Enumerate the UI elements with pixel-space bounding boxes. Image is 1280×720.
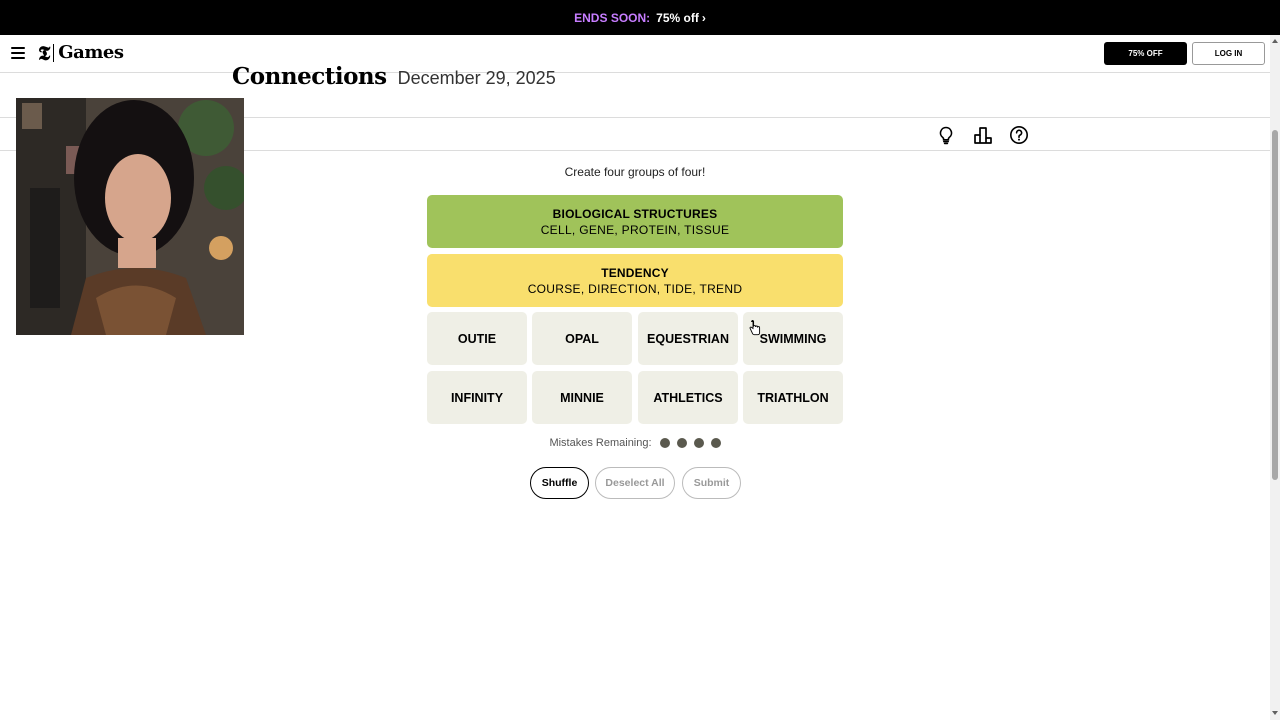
mistake-dot xyxy=(693,438,704,448)
solved-group-title: TENDENCY xyxy=(601,265,669,280)
help-icon[interactable] xyxy=(1009,125,1029,145)
logo-divider xyxy=(53,44,55,62)
solved-group-words: COURSE, DIRECTION, TIDE, TREND xyxy=(527,281,743,296)
deselect-all-button[interactable]: Deselect All xyxy=(595,467,675,499)
word-tile[interactable]: INFINITY xyxy=(427,371,527,424)
hand-cursor-icon xyxy=(749,320,761,336)
mistake-dot xyxy=(710,438,721,448)
game-date: December 29, 2025 xyxy=(397,68,556,88)
scroll-up-arrow-icon[interactable] xyxy=(1272,39,1278,43)
page-scrollbar[interactable] xyxy=(1270,35,1280,720)
promo-label: ENDS SOON: xyxy=(574,10,651,25)
webcam-overlay xyxy=(16,98,244,335)
solved-group-words: CELL, GENE, PROTEIN, TISSUE xyxy=(540,222,730,237)
scroll-thumb[interactable] xyxy=(1272,130,1278,480)
nyt-logo-mark: 𝕿 xyxy=(38,41,51,65)
mistake-dot xyxy=(676,438,687,448)
login-button[interactable]: LOG IN xyxy=(1192,42,1265,65)
word-tile[interactable]: OUTIE xyxy=(427,312,527,365)
lightbulb-icon[interactable] xyxy=(936,125,956,145)
word-tile[interactable]: EQUESTRIAN xyxy=(638,312,738,365)
chevron-right-icon: › xyxy=(701,10,706,25)
promo-offer: 75% off xyxy=(656,10,699,25)
word-tile[interactable]: OPAL xyxy=(532,312,632,365)
shuffle-button[interactable]: Shuffle xyxy=(530,467,589,499)
solved-group: TENDENCY COURSE, DIRECTION, TIDE, TREND xyxy=(427,254,843,307)
mistake-dot xyxy=(659,438,670,448)
word-tile[interactable]: TRIATHLON xyxy=(743,371,843,424)
subscribe-button[interactable]: 75% OFF xyxy=(1104,42,1187,65)
mistake-dots xyxy=(653,438,721,448)
nyt-games-logo[interactable]: 𝕿 Games xyxy=(38,41,124,65)
scroll-down-arrow-icon[interactable] xyxy=(1272,711,1278,715)
leaderboard-icon[interactable] xyxy=(973,125,993,145)
solved-group-title: BIOLOGICAL STRUCTURES xyxy=(552,206,718,221)
mistakes-indicator: Mistakes Remaining: xyxy=(427,437,843,449)
promo-banner[interactable]: ENDS SOON: 75% off › xyxy=(0,0,1280,35)
solved-group: BIOLOGICAL STRUCTURES CELL, GENE, PROTEI… xyxy=(427,195,843,248)
word-tile[interactable]: ATHLETICS xyxy=(638,371,738,424)
logo-text: Games xyxy=(58,42,124,63)
hamburger-menu-icon[interactable] xyxy=(11,47,25,59)
word-tile[interactable]: MINNIE xyxy=(532,371,632,424)
mistakes-label: Mistakes Remaining: xyxy=(549,437,652,449)
submit-button[interactable]: Submit xyxy=(682,467,741,499)
top-nav: 𝕿 Games 75% OFF LOG IN xyxy=(0,35,1270,73)
game-title: Connections xyxy=(232,63,387,90)
game-header: Connections December 29, 2025 xyxy=(232,63,556,97)
instructions-text: Create four groups of four! xyxy=(564,165,706,179)
